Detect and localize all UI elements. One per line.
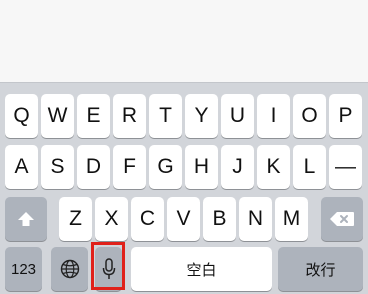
backspace-icon (330, 212, 354, 226)
key-dash[interactable]: — (329, 145, 362, 189)
key-n[interactable]: N (239, 197, 272, 241)
key-x[interactable]: X (95, 197, 128, 241)
keyboard-row-3: Z X C V B N M (0, 197, 368, 241)
key-f[interactable]: F (113, 145, 146, 189)
key-k[interactable]: K (257, 145, 290, 189)
delete-key[interactable] (321, 197, 363, 241)
key-h[interactable]: H (185, 145, 218, 189)
mic-key[interactable] (95, 247, 122, 291)
key-c[interactable]: C (131, 197, 164, 241)
keyboard-row-2: A S D F G H J K L — (0, 145, 368, 189)
key-i[interactable]: I (257, 94, 290, 138)
return-key[interactable]: 改行 (278, 247, 363, 291)
numbers-key[interactable]: 123 (5, 247, 42, 291)
shift-arrow-icon (18, 212, 34, 226)
microphone-icon (102, 258, 115, 279)
key-j[interactable]: J (221, 145, 254, 189)
key-z[interactable]: Z (59, 197, 92, 241)
key-v[interactable]: V (167, 197, 200, 241)
key-w[interactable]: W (41, 94, 74, 138)
key-b[interactable]: B (203, 197, 236, 241)
globe-key[interactable] (51, 247, 88, 291)
key-t[interactable]: T (149, 94, 182, 138)
key-o[interactable]: O (293, 94, 326, 138)
key-y[interactable]: Y (185, 94, 218, 138)
text-content-area (0, 0, 368, 82)
key-u[interactable]: U (221, 94, 254, 138)
key-a[interactable]: A (5, 145, 38, 189)
key-l[interactable]: L (293, 145, 326, 189)
key-m[interactable]: M (275, 197, 308, 241)
key-p[interactable]: P (329, 94, 362, 138)
key-d[interactable]: D (77, 145, 110, 189)
key-g[interactable]: G (149, 145, 182, 189)
key-r[interactable]: R (113, 94, 146, 138)
key-e[interactable]: E (77, 94, 110, 138)
key-q[interactable]: Q (5, 94, 38, 138)
key-s[interactable]: S (41, 145, 74, 189)
shift-key[interactable] (5, 197, 47, 241)
space-key[interactable]: 空白 (131, 247, 272, 291)
globe-icon (60, 259, 79, 279)
keyboard-row-1: Q W E R T Y U I O P (0, 94, 368, 138)
keyboard-bottom-row: 123 空白 改行 (0, 247, 368, 291)
keyboard: Q W E R T Y U I O P A S D F G H J K L — … (0, 82, 368, 294)
